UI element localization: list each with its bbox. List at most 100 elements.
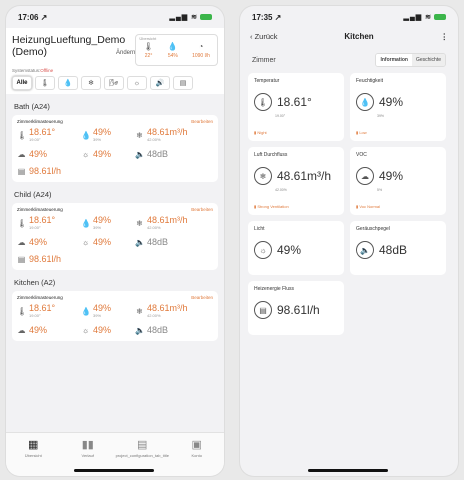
section-header: Zimmer Information Geschichte xyxy=(240,47,458,73)
room-name: Bath (A24) xyxy=(14,102,50,111)
thermometer-icon: 🌡 xyxy=(254,93,272,111)
voc-icon: ☁ xyxy=(17,238,26,247)
tile-status: ▮ Voc Normal xyxy=(356,204,380,209)
room-name: Child (A24) xyxy=(14,190,52,199)
noise-value: 48dB xyxy=(147,237,169,247)
tile-value: 49% xyxy=(379,169,404,183)
segment-history[interactable]: Geschichte xyxy=(411,54,445,66)
light-value: 49% xyxy=(93,149,112,159)
tile-value: 48.61m³/h xyxy=(277,169,332,183)
light-value: 49% xyxy=(93,325,112,335)
speaker-icon: 🔈 xyxy=(135,150,145,159)
filter-temperature-icon[interactable]: 🌡 xyxy=(35,76,55,90)
temp-value: 18.61° xyxy=(29,127,56,137)
battery-icon xyxy=(200,14,212,21)
tile-label: Luft Durchfluss xyxy=(254,152,288,158)
filter-all[interactable]: Alle xyxy=(12,76,32,90)
sun-icon: ☼ xyxy=(81,238,90,247)
filter-energy-icon[interactable]: ▤ xyxy=(173,76,193,90)
config-icon: ▤ xyxy=(137,439,148,451)
noise-value: 48dB xyxy=(147,149,169,159)
segmented-control: Information Geschichte xyxy=(375,53,446,67)
status-time: 17:06 ↗ xyxy=(18,12,48,22)
tile-light[interactable]: Licht ☼ 49% xyxy=(248,221,344,275)
project-title: HeizungLueftung_Demo (Demo) xyxy=(12,34,126,58)
sensor-tiles: Temperatur 🌡 18.61° 19.00° ▮ Night Feucht… xyxy=(240,73,458,335)
tile-status: ▮ Strong Ventilation xyxy=(254,204,289,209)
card-heading: Zimmerklimasteuerung xyxy=(17,119,63,124)
more-icon[interactable]: ⋮ xyxy=(440,32,448,41)
summary-label: Übersicht xyxy=(139,36,157,41)
flow-value: 48.61m³/h xyxy=(147,303,188,313)
tab-label: Verlauf xyxy=(81,453,94,458)
home-indicator xyxy=(74,469,154,472)
tile-heating-energy[interactable]: Heizenergie Fluss ▤ 98.61l/h xyxy=(248,281,344,335)
tile-airflow[interactable]: Luft Durchfluss ❄ 48.61m³/h 42.00% ▮ Stro… xyxy=(248,147,344,215)
edit-room-button[interactable]: Bearbeiten xyxy=(191,119,213,124)
filter-voc-icon[interactable]: 🌬 xyxy=(104,76,124,90)
tile-value: 49% xyxy=(277,243,302,257)
dashboard-icon: ▦ xyxy=(28,439,39,451)
tab-label: Konto xyxy=(191,453,202,458)
light-value: 49% xyxy=(93,237,112,247)
back-button[interactable]: ‹ Zurück xyxy=(250,32,278,41)
tab-overview[interactable]: ▦ Übersicht xyxy=(9,438,57,476)
droplet-icon: 💧 xyxy=(81,218,91,228)
bar-chart-icon: ▮▮ xyxy=(81,439,94,451)
system-status-value: Offline xyxy=(40,68,54,73)
room-list: Bath (A24) Zimmerklimasteuerung Bearbeite… xyxy=(6,102,224,341)
tile-sub: 5% xyxy=(377,188,383,192)
segment-information[interactable]: Information xyxy=(376,54,412,66)
speaker-icon: 🔈 xyxy=(135,326,145,335)
thermometer-icon: 🌡 xyxy=(17,218,28,228)
speaker-icon: 🔈 xyxy=(135,238,145,247)
flow-sub: 42.00% xyxy=(147,225,161,230)
room-detail-screen: 17:35 ↗ ▂▄▆ ≋ ‹ Zurück Kitchen ⋮ Zimmer … xyxy=(240,6,458,476)
filter-humidity-icon[interactable]: 💧 xyxy=(58,76,78,90)
tile-value: 49% xyxy=(379,95,404,109)
energy-value: 98.61l/h xyxy=(29,254,62,264)
droplet-icon: 💧 xyxy=(81,130,91,140)
tile-voc[interactable]: VOC ☁ 49% 5% ▮ Voc Normal xyxy=(350,147,446,215)
tile-status: ▮ Low xyxy=(356,130,367,135)
tile-humidity[interactable]: Feuchtigkeit 💧 49% 39% ▮ Low xyxy=(350,73,446,141)
tab-label: Übersicht xyxy=(24,453,42,458)
tile-value: 18.61° xyxy=(277,95,312,109)
room-name: Kitchen (A2) xyxy=(14,278,56,287)
radiator-icon: ▤ xyxy=(17,167,26,176)
room-card[interactable]: Zimmerklimasteuerung Bearbeiten 🌡 18.61° 19… xyxy=(12,291,218,341)
temp-sub: 19.00° xyxy=(29,137,41,142)
filter-fan-icon[interactable]: ❄ xyxy=(81,76,101,90)
filter-light-icon[interactable]: ☼ xyxy=(127,76,147,90)
home-indicator xyxy=(308,469,388,472)
tab-account[interactable]: ▣ Konto xyxy=(173,438,221,476)
humidity-sub: 39% xyxy=(93,313,102,318)
filter-noise-icon[interactable]: 🔊 xyxy=(150,76,170,90)
tile-label: VOC xyxy=(356,152,367,158)
edit-room-button[interactable]: Bearbeiten xyxy=(191,295,213,300)
room-card[interactable]: Zimmerklimasteuerung Bearbeiten 🌡 18.61° 19… xyxy=(12,115,218,182)
tile-noise[interactable]: Geräuschpegel 🔈 48dB xyxy=(350,221,446,275)
room-card[interactable]: Zimmerklimasteuerung Bearbeiten 🌡 18.61° 19… xyxy=(12,203,218,270)
droplet-icon: 💧 xyxy=(81,306,91,316)
speaker-icon: 🔈 xyxy=(356,241,374,259)
edit-project-button[interactable]: Ändern xyxy=(116,50,135,56)
status-bar: 17:06 ↗ ▂▄▆ ≋ xyxy=(6,6,224,28)
voc-icon: ☁ xyxy=(356,167,374,185)
temp-value: 18.61° xyxy=(29,215,56,225)
edit-room-button[interactable]: Bearbeiten xyxy=(191,207,213,212)
tile-temperature[interactable]: Temperatur 🌡 18.61° 19.00° ▮ Night xyxy=(248,73,344,141)
tile-label: Feuchtigkeit xyxy=(356,78,383,84)
summary-temp: 22° xyxy=(144,52,153,59)
humidity-value: 49% xyxy=(93,303,112,313)
project-header: HeizungLueftung_Demo (Demo) Ändern Übers… xyxy=(6,28,224,94)
filter-bar: Alle 🌡 💧 ❄ 🌬 ☼ 🔊 ▤ xyxy=(12,76,218,90)
sun-icon: ☼ xyxy=(81,150,90,159)
system-status: Systemstatus:Offline xyxy=(12,68,54,73)
tile-sub: 39% xyxy=(377,114,385,118)
humidity-value: 49% xyxy=(93,127,112,137)
flow-value: 48.61m³/h xyxy=(147,127,188,137)
signal-icons: ▂▄▆ ≋ xyxy=(403,13,446,21)
temp-value: 18.61° xyxy=(29,303,56,313)
account-icon: ▣ xyxy=(191,439,202,451)
